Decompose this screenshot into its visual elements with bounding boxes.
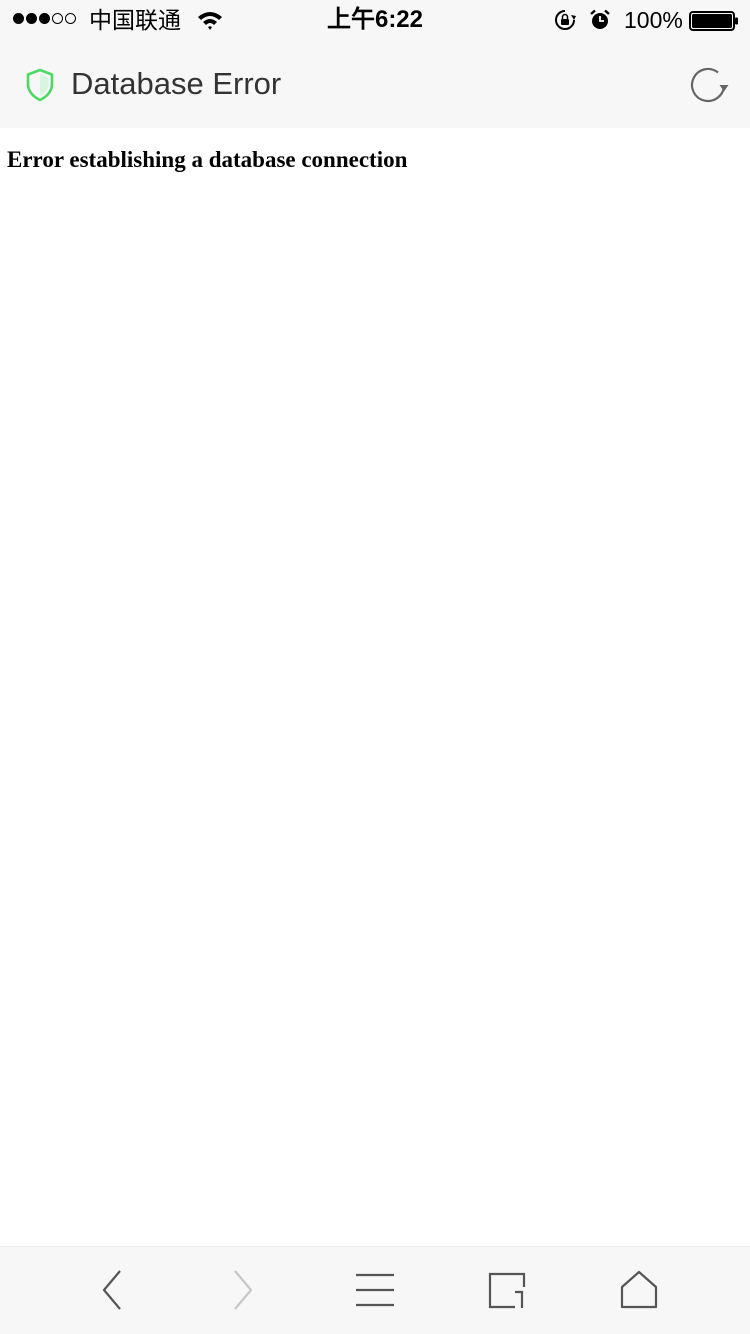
battery-percent: 100% xyxy=(624,7,683,33)
battery-icon xyxy=(689,11,739,31)
alarm-icon xyxy=(589,9,611,31)
tabs-icon xyxy=(488,1272,526,1309)
forward-icon xyxy=(234,1270,253,1310)
web-content: Error establishing a database connection xyxy=(0,128,750,1246)
tabs-button[interactable] xyxy=(482,1267,532,1313)
home-button[interactable] xyxy=(614,1267,664,1313)
reload-icon[interactable] xyxy=(688,65,732,105)
back-button[interactable] xyxy=(87,1267,137,1313)
page-title: Database Error xyxy=(71,66,282,101)
shield-icon[interactable] xyxy=(25,68,55,102)
rotation-lock-icon xyxy=(554,9,576,31)
battery-fill xyxy=(692,14,732,28)
bottom-toolbar xyxy=(0,1246,750,1334)
title-bar: Database Error xyxy=(0,40,750,128)
menu-icon xyxy=(356,1273,394,1307)
error-heading: Error establishing a database connection xyxy=(7,147,408,172)
status-bar: 中国联通 上午6:22 100% xyxy=(0,0,750,40)
menu-button[interactable] xyxy=(350,1267,400,1313)
home-icon xyxy=(620,1270,658,1309)
forward-button[interactable] xyxy=(218,1267,268,1313)
back-icon xyxy=(102,1270,121,1310)
